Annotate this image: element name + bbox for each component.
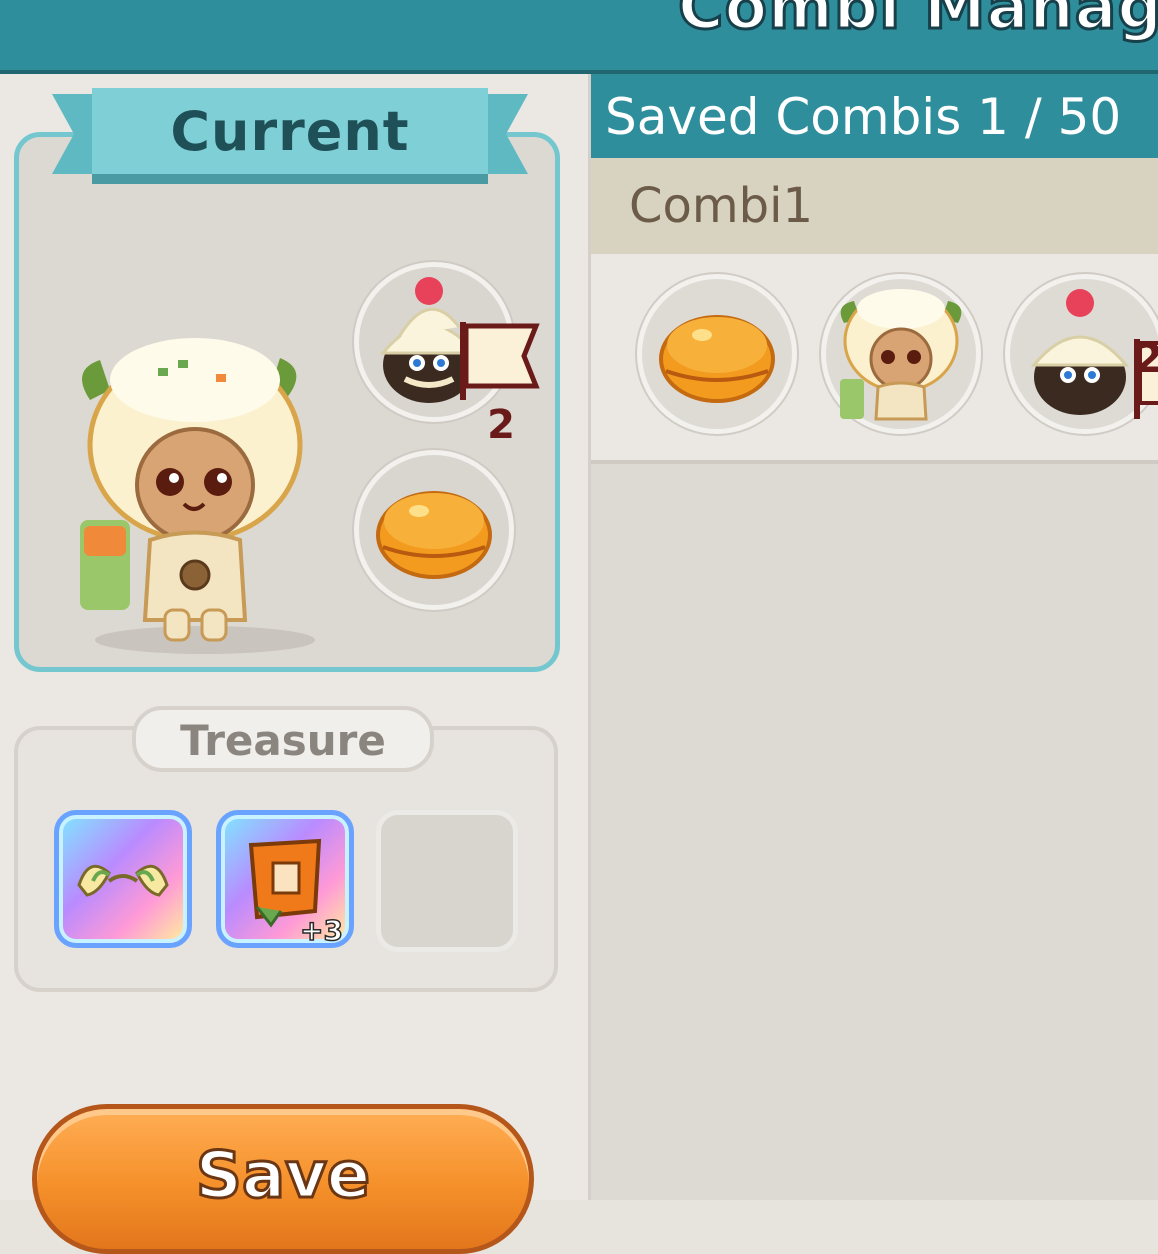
window-title: Combi Manage [677, 0, 1158, 45]
cookie-character[interactable] [70, 310, 320, 660]
save-button-label: Save [194, 1138, 371, 1215]
combi-pet-level: 2 [1135, 336, 1158, 382]
combi-row[interactable]: 2 [591, 254, 1158, 464]
combi-cookie-slot[interactable] [821, 274, 981, 434]
save-button[interactable]: Save [32, 1104, 534, 1254]
treasure-slot-empty[interactable] [376, 810, 518, 952]
saved-combis-title: Saved Combis 1 / 50 [605, 88, 1122, 146]
treasure-slot-1[interactable] [54, 810, 192, 948]
combi-item-slot[interactable] [637, 274, 797, 434]
combi-row-header[interactable]: Combi1 [591, 158, 1158, 254]
pet-level: 2 [487, 402, 515, 448]
treasure-label: Treasure [180, 716, 386, 765]
left-panel: Current 2 Treasure +3 Save [0, 74, 588, 1254]
pet-level-flag [460, 322, 540, 402]
item-slot[interactable] [354, 450, 514, 610]
treasure-tab: Treasure [132, 706, 434, 772]
treasure-level-badge: +3 [299, 913, 343, 948]
current-banner: Current [52, 88, 528, 188]
saved-combis-header: Saved Combis 1 / 50 [591, 74, 1158, 158]
combi-name: Combi1 [629, 178, 813, 234]
current-label: Current [170, 100, 410, 163]
top-bar: Combi Manage [0, 0, 1158, 74]
